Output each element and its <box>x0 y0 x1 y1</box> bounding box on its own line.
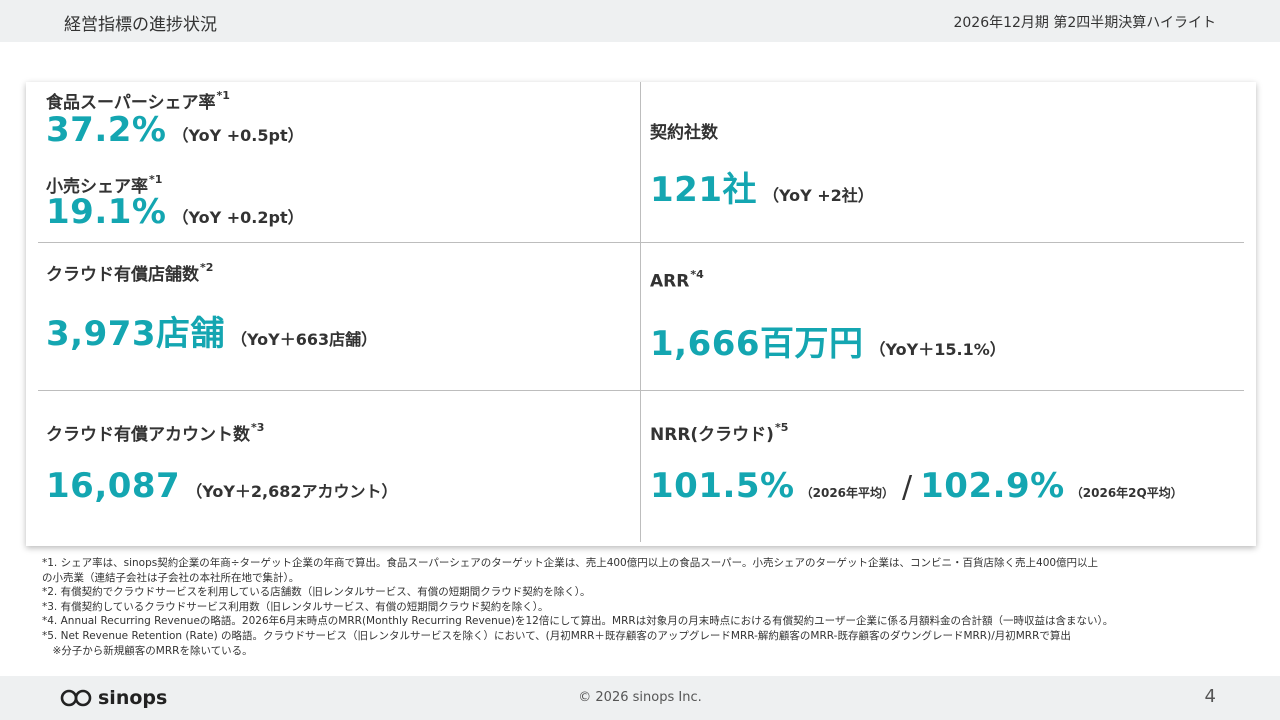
arr-metric: 1,666百万円 （YoY＋15.1%） <box>650 316 1006 365</box>
nrr-annual-value: 101.5% <box>650 466 795 506</box>
stores-value: 3,973店舗 <box>46 314 226 354</box>
contracts-yoy: （YoY +2社） <box>762 186 874 205</box>
arr-label: ARR*4 <box>650 268 704 292</box>
arr-yoy: （YoY＋15.1%） <box>869 340 1006 359</box>
nrr-quarter-sub: （2026年2Q平均） <box>1070 486 1183 500</box>
footer-bar: sinops © 2026 sinops Inc. 4 <box>0 676 1280 720</box>
accounts-value: 16,087 <box>46 466 181 506</box>
footnote-line: *2. 有償契約でクラウドサービスを利用している店舗数（旧レンタルサービス、有償… <box>42 586 591 599</box>
footnote-ref: *1 <box>149 173 163 187</box>
footnote-ref: *5 <box>774 421 789 435</box>
vertical-divider <box>640 82 641 542</box>
contracts-metric: 121社 （YoY +2社） <box>650 162 874 211</box>
header-bar: 経営指標の進捗状況 2026年12月期 第2四半期決算ハイライト <box>0 0 1280 42</box>
food-share-metric: 37.2% （YoY +0.5pt） <box>46 110 304 150</box>
nrr-slash: / <box>902 470 913 505</box>
report-period: 2026年12月期 第2四半期決算ハイライト <box>953 15 1216 31</box>
footnote-ref: *1 <box>216 89 230 103</box>
nrr-annual-sub: （2026年平均） <box>800 486 895 500</box>
food-share-yoy: （YoY +0.5pt） <box>172 126 304 145</box>
stores-yoy: （YoY＋663店舗） <box>231 330 378 349</box>
page-number: 4 <box>1204 686 1216 707</box>
nrr-quarter-value: 102.9% <box>920 466 1065 506</box>
contracts-value: 121社 <box>650 170 757 210</box>
footnote-line: ※分子から新規顧客のMRRを除いている。 <box>42 644 253 657</box>
stores-metric: 3,973店舗 （YoY＋663店舗） <box>46 306 377 355</box>
accounts-yoy: （YoY＋2,682アカウント） <box>186 482 398 501</box>
nrr-metric: 101.5% （2026年平均） /102.9% （2026年2Q平均） <box>650 466 1183 506</box>
horizontal-divider <box>38 242 1244 243</box>
accounts-label: クラウド有償アカウント数*3 <box>46 421 265 445</box>
copyright: © 2026 sinops Inc. <box>578 690 702 705</box>
accounts-metric: 16,087 （YoY＋2,682アカウント） <box>46 466 398 506</box>
footnote-line: の小売業（連結子会社は子会社の本社所在地で集計）。 <box>42 571 300 584</box>
footnote-ref: *4 <box>690 268 704 281</box>
arr-value: 1,666百万円 <box>650 324 864 364</box>
footnotes: *1. シェア率は、sinops契約企業の年商÷ターゲット企業の年商で算出。食品… <box>42 556 1252 658</box>
retail-share-value: 19.1% <box>46 192 167 232</box>
retail-share-metric: 19.1% （YoY +0.2pt） <box>46 192 304 232</box>
horizontal-divider <box>38 390 1244 391</box>
footnote-ref: *2 <box>200 261 214 275</box>
footnote-ref: *3 <box>251 421 265 435</box>
contracts-label: 契約社数 <box>650 123 718 143</box>
footnote-line: *4. Annual Recurring Revenueの略語。2026年6月末… <box>42 615 1114 628</box>
food-share-value: 37.2% <box>46 110 167 150</box>
footnote-line: *5. Net Revenue Retention (Rate) の略語。クラウ… <box>42 629 1071 642</box>
page-title: 経営指標の進捗状況 <box>64 15 217 35</box>
metrics-card: 食品スーパーシェア率*1 37.2% （YoY +0.5pt） 小売シェア率*1 … <box>26 82 1256 546</box>
nrr-label: NRR(クラウド)*5 <box>650 421 789 445</box>
stores-label: クラウド有償店舗数*2 <box>46 261 214 285</box>
footnote-line: *1. シェア率は、sinops契約企業の年商÷ターゲット企業の年商で算出。食品… <box>42 557 1099 569</box>
footnote-line: *3. 有償契約しているクラウドサービス利用数（旧レンタルサービス、有償の短期間… <box>42 600 549 613</box>
retail-share-yoy: （YoY +0.2pt） <box>172 208 304 227</box>
